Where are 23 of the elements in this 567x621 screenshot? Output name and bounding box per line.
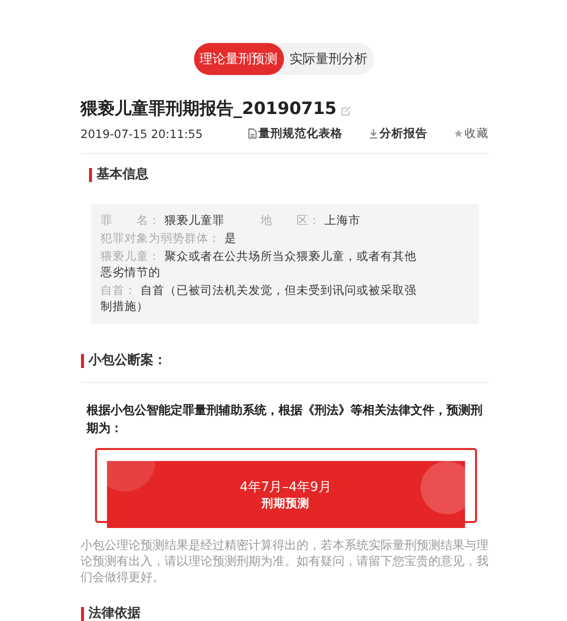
download-icon	[368, 128, 378, 139]
section-heading: 基本信息	[88, 168, 488, 182]
info-field: 自首： 自首（已被司法机关发觉，但未受到讯问或被采取强制措施）	[100, 282, 426, 314]
section-heading: 法律依据	[80, 607, 488, 621]
sentence-caption: 刑期预测	[260, 496, 310, 511]
tab[interactable]: 理论量刑预测	[194, 43, 284, 75]
action-link[interactable]: 收藏	[454, 126, 488, 141]
sentence-range: 4年7月–4年9月	[238, 479, 332, 496]
report-date: 2019-07-15 20:11:55	[80, 126, 204, 140]
report-title: 猥亵儿童罪刑期报告_20190715	[80, 98, 337, 120]
info-field: 犯罪对象为弱势群体： 是	[100, 230, 236, 246]
edit-icon[interactable]	[340, 106, 351, 116]
info-field: 猥亵儿童： 聚众或者在公共场所当众猥亵儿童，或者有其他恶劣情节的	[100, 248, 426, 280]
disclaimer-text: 小包公理论预测结果是经过精密计算得出的，若本系统实际量刑预测结果与理论预测有出入，请以理论预测刑期为准。如有疑问，请留下您宝贵的意见，我们会做得更好。	[80, 537, 488, 585]
intro-text: 根据小包公智能定罪量刑辅助系统，根据《刑法》等相关法律文件，预测刑期为：	[86, 402, 482, 437]
action-link[interactable]: 分析报告	[368, 126, 428, 141]
star-icon	[454, 128, 462, 139]
section-heading: 小包公断案：	[80, 354, 488, 368]
info-field: 罪 名： 猥亵儿童罪	[100, 212, 224, 228]
document-icon	[248, 128, 256, 139]
action-link[interactable]: 量刑规范化表格	[248, 126, 342, 141]
tab[interactable]: 实际量刑分析	[284, 43, 374, 75]
info-field: 地 区： 上海市	[260, 212, 360, 228]
